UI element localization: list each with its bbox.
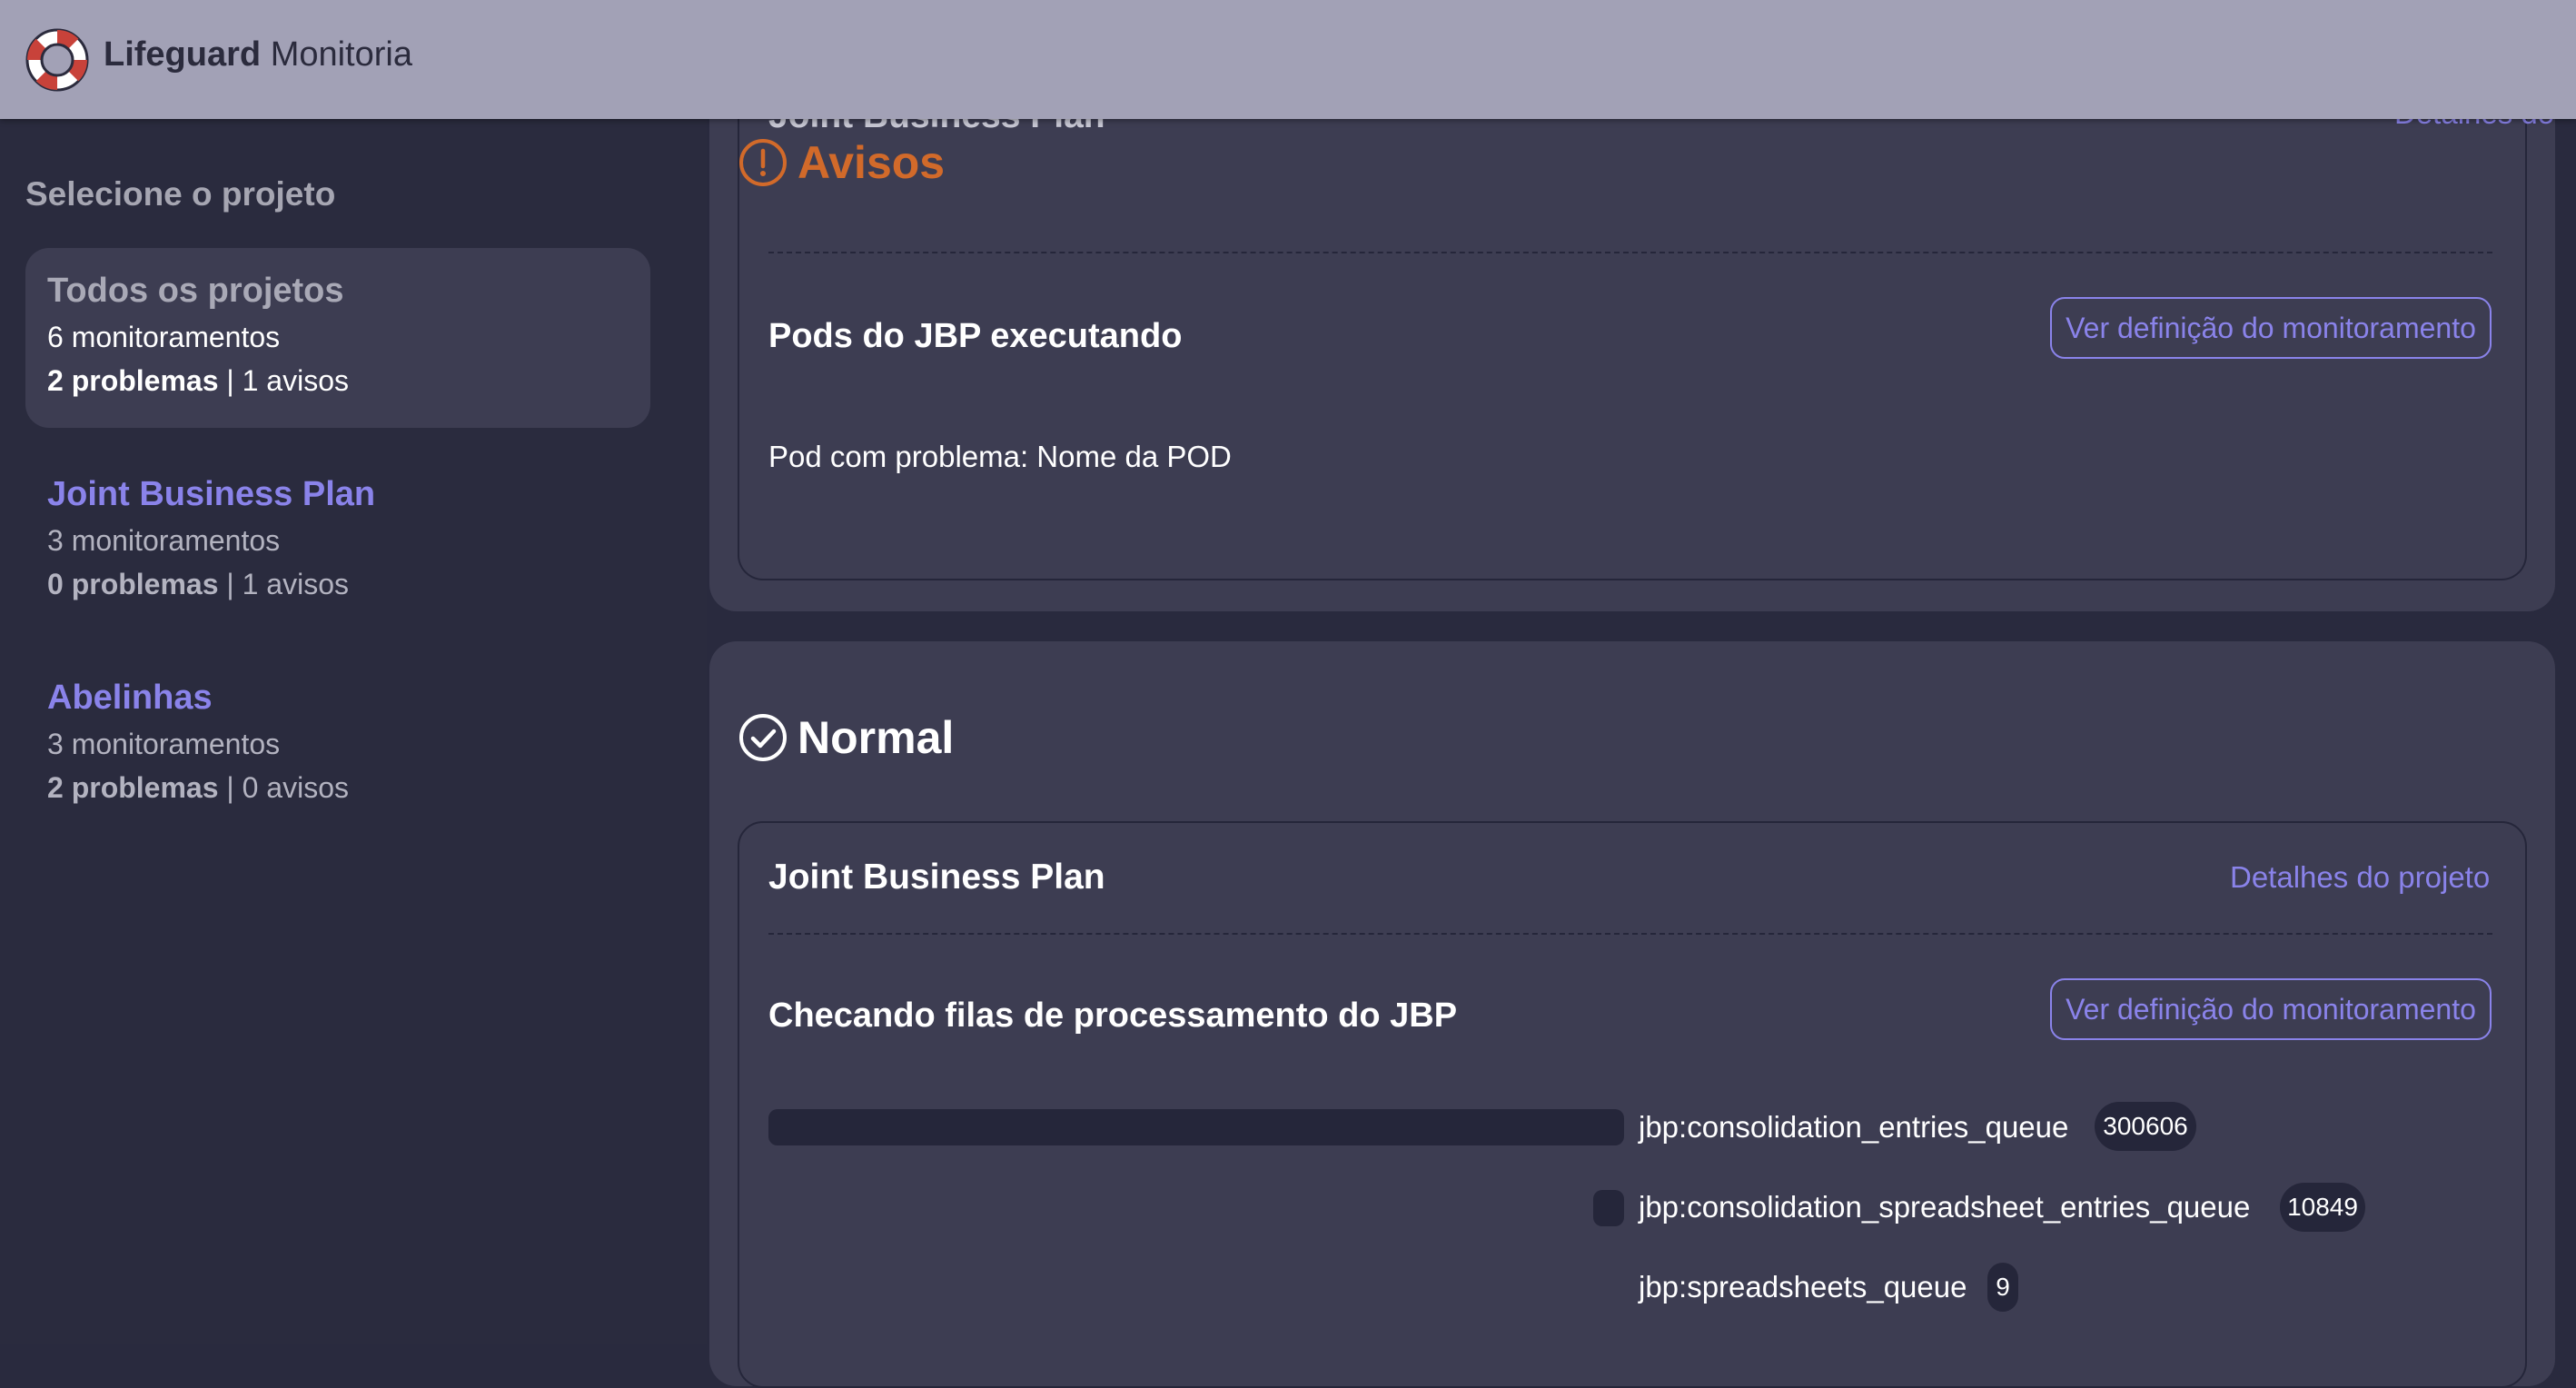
project-name: Abelinhas — [47, 679, 213, 717]
project-details-link-partial[interactable]: Detalhes do projeto — [2394, 119, 2555, 131]
project-monitor-count: 6 monitoramentos — [47, 321, 281, 353]
sidebar-item-joint-business-plan[interactable]: Joint Business Plan 3 monitoramentos 0 p… — [25, 451, 650, 631]
monitor-message: Pod com problema: Nome da POD — [768, 440, 1232, 473]
project-status: 2 problemas | 1 avisos — [47, 364, 349, 398]
problem-count: 2 problemas — [47, 364, 219, 397]
project-title: Joint Business Plan — [768, 858, 1105, 897]
normal-heading: Normal — [738, 711, 954, 764]
project-status: 0 problemas | 1 avisos — [47, 568, 349, 601]
dashed-divider — [768, 252, 2492, 253]
normal-title: Normal — [798, 712, 955, 763]
warning-count: 1 avisos — [242, 568, 349, 600]
sidebar-item-abelinhas[interactable]: Abelinhas 3 monitoramentos 2 problemas |… — [25, 655, 650, 835]
queue-name: jbp:spreadsheets_queue — [1639, 1270, 1967, 1304]
status-separator: | — [218, 364, 243, 397]
problem-count: 2 problemas — [47, 771, 219, 804]
project-title-partial: Joint Business Plan — [768, 119, 1105, 136]
sidebar-title: Selecione o projeto — [25, 175, 336, 213]
top-bar: Lifeguard Monitoria — [0, 0, 2576, 119]
problem-count: 0 problemas — [47, 568, 219, 600]
brand-subtitle: Monitoria — [270, 35, 412, 74]
warning-count: 1 avisos — [242, 364, 349, 397]
warnings-title: Avisos — [798, 137, 946, 188]
sidebar: Selecione o projeto Todos os projetos 6 … — [0, 119, 707, 1344]
project-monitor-count: 3 monitoramentos — [47, 728, 281, 760]
queue-count-badge: 10849 — [2280, 1183, 2365, 1232]
monitor-title: Checando filas de processamento do JBP — [768, 996, 1458, 1035]
project-name: Joint Business Plan — [47, 475, 376, 513]
queue-bar — [768, 1109, 1624, 1145]
lifebuoy-icon[interactable] — [25, 27, 90, 93]
warnings-heading: Avisos — [738, 136, 945, 189]
queue-count-badge: 300606 — [2095, 1102, 2196, 1151]
view-monitor-definition-button[interactable]: Ver definição do monitoramento — [2050, 297, 2492, 359]
status-separator: | — [218, 568, 243, 600]
project-details-link[interactable]: Detalhes do projeto — [2230, 860, 2490, 895]
view-monitor-definition-button[interactable]: Ver definição do monitoramento — [2050, 978, 2492, 1040]
dashed-divider — [768, 933, 2492, 935]
app-brand[interactable]: Lifeguard Monitoria — [104, 35, 412, 74]
project-monitor-count: 3 monitoramentos — [47, 524, 281, 557]
queue-name: jbp:consolidation_entries_queue — [1639, 1110, 2069, 1144]
queue-count-badge: 9 — [1987, 1263, 2018, 1312]
check-circle-icon — [739, 714, 787, 761]
scrolled-project-header: Joint Business Plan Detalhes do projeto — [709, 119, 2555, 206]
exclamation-circle-icon — [739, 139, 787, 186]
status-separator: | — [218, 771, 243, 804]
queue-name: jbp:consolidation_spreadsheet_entries_qu… — [1639, 1190, 2251, 1224]
sidebar-item-all-projects[interactable]: Todos os projetos 6 monitoramentos 2 pro… — [25, 248, 650, 428]
warning-count: 0 avisos — [242, 771, 349, 804]
brand-name: Lifeguard — [104, 35, 262, 74]
normal-project-panel — [738, 821, 2527, 1388]
project-name: Todos os projetos — [47, 272, 344, 310]
monitor-title: Pods do JBP executando — [768, 317, 1183, 355]
queue-bar — [1593, 1190, 1624, 1226]
project-status: 2 problemas | 0 avisos — [47, 771, 349, 805]
